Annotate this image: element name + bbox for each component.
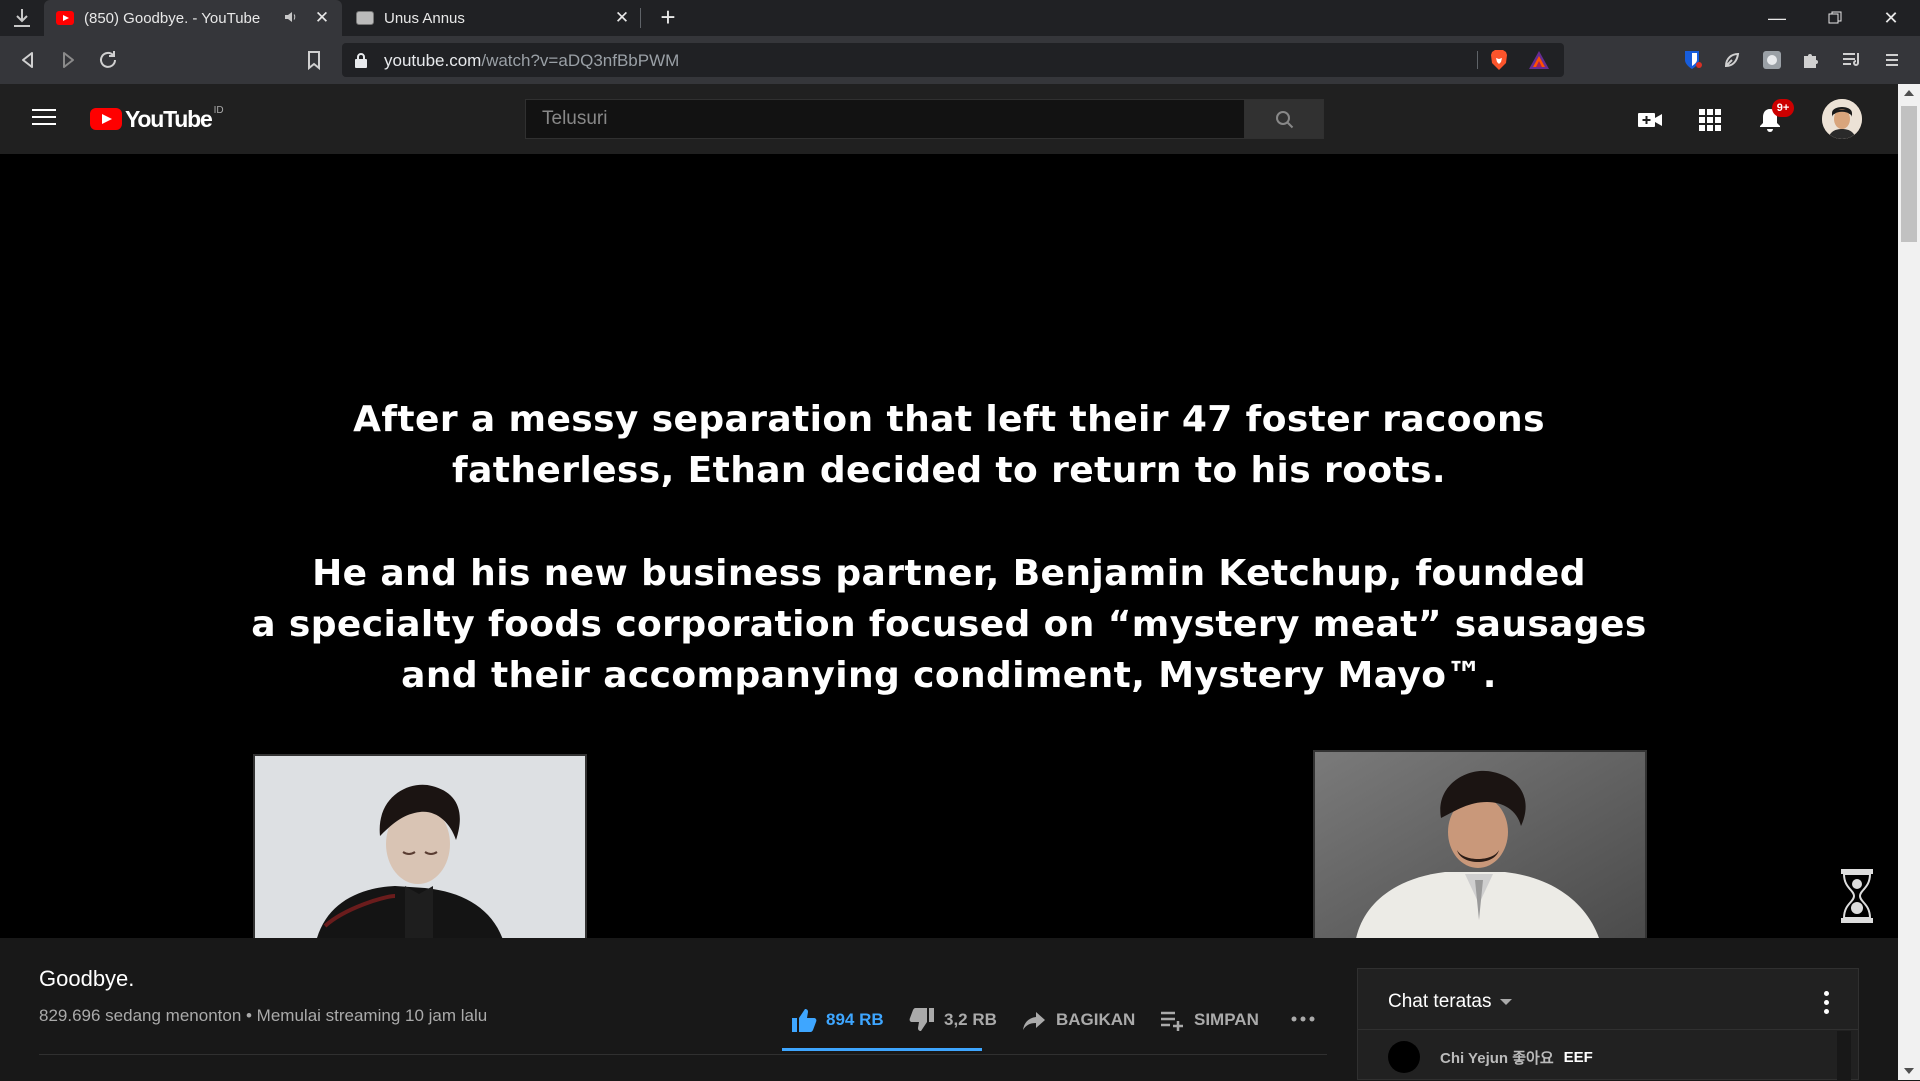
close-tab-icon[interactable]: ✕ [314,8,330,28]
share-button[interactable]: BAGIKAN [1020,1006,1135,1034]
share-label: BAGIKAN [1056,1010,1136,1029]
tab-youtube[interactable]: (850) Goodbye. - YouTube ✕ [44,0,342,36]
unus-annus-hourglass-icon [1838,868,1876,924]
notification-badge: 9+ [1772,99,1794,117]
search-icon [1276,111,1294,129]
new-tab-button[interactable]: + [654,4,682,32]
search-input[interactable] [526,100,1244,138]
create-video-icon[interactable] [1636,106,1664,134]
scroll-down-arrow-icon[interactable] [1904,1068,1914,1074]
youtube-masthead: YouTube ID 9+ [0,84,1898,154]
chat-author-avatar[interactable] [1388,1041,1420,1073]
back-icon[interactable] [16,48,40,72]
chat-author-name[interactable]: Chi Yejun 좋아요 [1440,1047,1554,1068]
bookmark-icon[interactable] [302,48,326,72]
forward-icon[interactable] [56,48,80,72]
video-player[interactable]: After a messy separation that left their… [0,154,1898,938]
video-frame-right-person [1313,750,1647,938]
dislike-count: 3,2 RB [944,1010,997,1029]
chat-mode-label: Chat teratas [1388,991,1492,1012]
search-button[interactable] [1244,99,1324,139]
dislike-button[interactable]: 3,2 RB [908,1006,997,1034]
minimize-button[interactable]: — [1748,0,1806,36]
scroll-up-arrow-icon[interactable] [1904,90,1914,96]
video-view-count: 829.696 sedang menonton • Memulai stream… [39,1006,488,1025]
chat-more-options-icon[interactable] [1824,991,1830,1015]
youtube-logo[interactable]: YouTube ID [90,104,224,132]
save-label: SIMPAN [1194,1010,1259,1029]
bitwarden-extension-icon[interactable] [1680,48,1704,72]
more-horizontal-icon [1291,1016,1315,1022]
youtube-play-icon [90,108,122,130]
chat-message: Chi Yejun 좋아요 EEF [1388,1041,1593,1073]
audio-playing-icon[interactable] [284,10,302,27]
tab-title: (850) Goodbye. - YouTube [84,9,261,27]
media-controls-icon[interactable] [1840,48,1864,72]
lock-icon [355,53,367,68]
video-caption-line: fatherless, Ethan decided to return to h… [452,450,1446,491]
brave-shields-icon[interactable] [1488,49,1510,71]
chat-message-text: EEF [1563,1048,1593,1066]
unus-annus-favicon-icon [356,11,374,25]
guide-menu-icon[interactable] [32,109,56,129]
tab-divider [640,8,641,28]
video-caption-line: He and his new business partner, Benjami… [312,553,1586,594]
video-caption-line: a specialty foods corporation focused on… [251,604,1647,645]
playlist-add-icon [1161,1011,1183,1031]
thumbs-up-icon [792,1009,817,1032]
brave-rewards-icon[interactable] [1528,50,1550,70]
video-frame-left-person [253,754,587,938]
url-host: youtube.com [384,51,482,70]
close-tab-icon[interactable]: ✕ [614,8,630,28]
restore-button[interactable] [1806,0,1864,36]
page-scrollbar[interactable] [1898,84,1920,1080]
extension-leaf-icon[interactable] [1720,48,1744,72]
apps-grid-icon[interactable] [1696,106,1724,134]
youtube-wordmark: YouTube [125,105,213,132]
like-button[interactable]: 894 RB [790,1006,884,1034]
section-divider [39,1054,1327,1055]
thumbs-down-icon [909,1008,934,1031]
account-avatar[interactable] [1822,99,1862,139]
region-code: ID [213,104,224,116]
close-window-button[interactable]: ✕ [1862,0,1920,36]
chat-header-divider [1358,1029,1858,1030]
like-ratio-bar [782,1048,982,1051]
tab-title: Unus Annus [384,9,465,27]
share-arrow-icon [1023,1012,1045,1030]
tab-unus-annus[interactable]: Unus Annus ✕ [344,0,642,36]
video-caption-line: After a messy separation that left their… [353,399,1545,440]
search-box [525,99,1245,139]
browser-tab-bar: (850) Goodbye. - YouTube ✕ Unus Annus ✕ … [0,0,1920,36]
address-bar[interactable]: youtube.com/watch?v=aDQ3nfBbPWM [342,43,1564,77]
video-caption-line: and their accompanying condiment, Myster… [401,655,1497,696]
save-button[interactable]: SIMPAN [1158,1006,1259,1034]
dropdown-caret-icon [1499,998,1512,1005]
browser-toolbar: youtube.com/watch?v=aDQ3nfBbPWM [0,36,1920,84]
scrollbar-thumb[interactable] [1901,106,1917,242]
youtube-favicon-icon [56,11,74,25]
browser-menu-icon[interactable] [1880,48,1904,72]
video-title: Goodbye. [39,966,135,991]
like-count: 894 RB [826,1010,884,1029]
extensions-puzzle-icon[interactable] [1800,48,1824,72]
omnibox-divider [1477,51,1478,69]
more-actions-button[interactable] [1290,1006,1324,1032]
reload-icon[interactable] [96,48,120,72]
url-path: /watch?v=aDQ3nfBbPWM [481,51,680,70]
extension-square-icon[interactable] [1760,48,1784,72]
download-icon[interactable] [10,6,36,32]
url-text[interactable]: youtube.com/watch?v=aDQ3nfBbPWM [384,51,679,71]
chat-mode-dropdown[interactable]: Chat teratas [1388,991,1512,1013]
chat-scrollbar[interactable] [1837,1031,1851,1081]
live-chat-panel: Chat teratas Chi Yejun 좋아요 EEF [1357,968,1859,1081]
